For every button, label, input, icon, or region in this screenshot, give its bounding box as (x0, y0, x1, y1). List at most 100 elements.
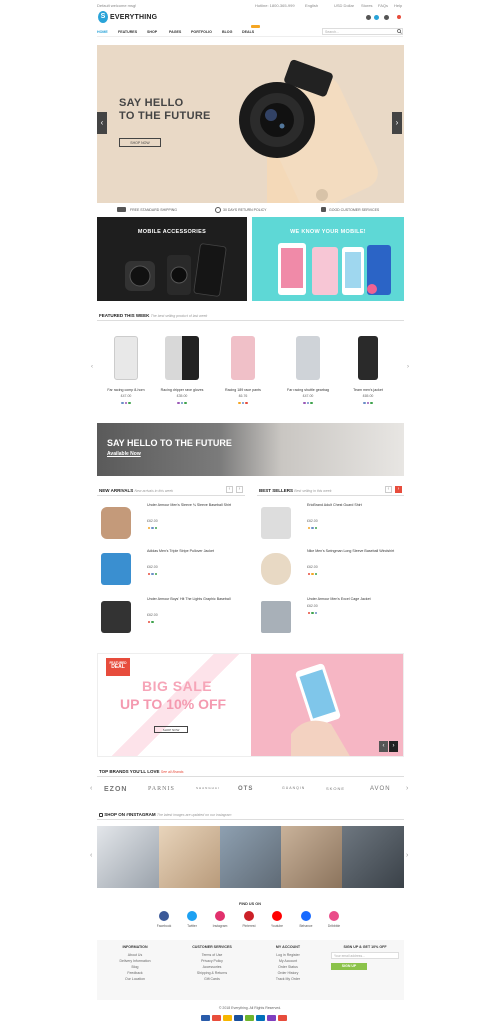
search-icon[interactable] (397, 29, 402, 34)
list-product[interactable]: Under Armour Men's Sleeve ¾ Sleeve Baseb… (97, 503, 247, 547)
product-name[interactable]: Under Armour Men's Excel Cage Jacket (307, 597, 407, 603)
currency-select[interactable]: USD Dollar (334, 3, 354, 8)
product-card[interactable]: Far racing shuttle gearbag £47.00 (283, 336, 333, 404)
social-instagram[interactable]: Instagram (204, 911, 236, 928)
product-image[interactable] (358, 336, 378, 380)
nav-item-blog[interactable]: BLOG (222, 30, 232, 34)
brand-logo-ezon[interactable]: EZON (104, 786, 127, 793)
product-card[interactable]: Racing 189 race pants £6.76 (218, 336, 268, 404)
product-name[interactable]: ErioBrand Adult Chest Guard Shirt (307, 503, 407, 509)
product-name[interactable]: Nike Men's Swingman Long Sleeve Baseball… (307, 549, 407, 555)
swatch[interactable] (307, 611, 310, 614)
swatch[interactable] (177, 401, 180, 404)
sale-next-arrow[interactable]: › (389, 741, 398, 752)
brands-prev-icon[interactable]: ‹ (90, 785, 92, 792)
instagram-next-icon[interactable]: › (406, 852, 408, 859)
swatch[interactable] (363, 401, 366, 404)
banner-mobile-accessories[interactable]: MOBILE ACCESSORIES (97, 217, 247, 301)
list-product[interactable]: Adidas Men's Triple Stripe Pullover Jack… (97, 549, 247, 593)
swatch[interactable] (238, 401, 241, 404)
swatch[interactable] (370, 401, 373, 404)
brands-next-icon[interactable]: › (406, 785, 408, 792)
swatch[interactable] (124, 401, 128, 404)
list-product[interactable]: Nike Men's Swingman Long Sleeve Baseball… (257, 549, 407, 593)
brand-logo-parnis[interactable]: PARNIS (148, 786, 175, 792)
brand-logo-shanghai[interactable]: SHANGHAI (196, 786, 220, 790)
product-image[interactable] (261, 601, 291, 633)
swatch[interactable] (151, 572, 154, 575)
featured-next-icon[interactable]: › (406, 362, 410, 372)
featured-prev-icon[interactable]: ‹ (90, 362, 94, 372)
swatch[interactable] (184, 401, 187, 404)
youtube-icon[interactable] (272, 911, 282, 921)
instagram-tile[interactable] (159, 826, 221, 888)
swatch[interactable] (311, 526, 314, 529)
swatch[interactable] (311, 572, 314, 575)
product-image[interactable] (101, 553, 131, 585)
account-icon[interactable] (366, 15, 371, 20)
instagram-prev-icon[interactable]: ‹ (90, 852, 92, 859)
swatch[interactable] (303, 401, 306, 404)
topbar-link-help[interactable]: Help (394, 3, 402, 8)
twitter-icon[interactable] (187, 911, 197, 921)
swatch[interactable] (245, 401, 248, 404)
topbar-link-stores[interactable]: Stores (361, 3, 373, 8)
best-sellers-next-button[interactable]: › (395, 486, 402, 493)
list-product[interactable]: Under Armour Boys' Hit The Lights Graphi… (97, 597, 247, 641)
best-sellers-prev-button[interactable]: ‹ (385, 486, 392, 493)
search-input[interactable]: Search... (322, 28, 403, 35)
behance-icon[interactable] (301, 911, 311, 921)
product-name[interactable]: Racing dripper rave gloves (157, 388, 207, 392)
swatch[interactable] (314, 572, 317, 575)
product-image[interactable] (261, 553, 291, 585)
swatch[interactable] (147, 620, 150, 623)
product-name[interactable]: Far racing comp 8-horn (101, 388, 151, 392)
product-image[interactable] (101, 507, 131, 539)
instagram-tile[interactable] (220, 826, 282, 888)
cart-icon[interactable] (384, 15, 389, 20)
swatch[interactable] (307, 572, 310, 575)
product-image[interactable] (165, 336, 199, 380)
swatch[interactable] (121, 401, 124, 404)
footer-link[interactable]: Track My Order (253, 976, 323, 982)
footer-link[interactable]: Our Location (100, 976, 170, 982)
wide-banner-link[interactable]: Available Now (107, 451, 141, 457)
product-name[interactable]: Far racing shuttle gearbag (283, 388, 333, 392)
swatch[interactable] (241, 401, 245, 404)
product-name[interactable]: Team men's jacket (343, 388, 393, 392)
product-card[interactable]: Team men's jacket £65.00 (343, 336, 393, 404)
product-image[interactable] (261, 507, 291, 539)
swatch[interactable] (128, 401, 131, 404)
language-select[interactable]: English (305, 3, 318, 8)
nav-item-portfolio[interactable]: PORTFOLIO (191, 30, 212, 34)
banner-we-know-your-mobile[interactable]: WE KNOW YOUR MOBILE! (252, 217, 404, 301)
product-image[interactable] (101, 601, 131, 633)
swatch[interactable] (314, 611, 317, 614)
swatch[interactable] (147, 572, 150, 575)
newsletter-signup-button[interactable]: SIGN UP (331, 963, 367, 970)
swatch[interactable] (366, 401, 370, 404)
instagram-tile[interactable] (97, 826, 159, 888)
sale-prev-arrow[interactable]: ‹ (379, 741, 388, 752)
nav-item-home[interactable]: HOME (97, 30, 108, 34)
dribbble-icon[interactable] (329, 911, 339, 921)
swatch[interactable] (314, 526, 317, 529)
nav-item-deals[interactable]: DEALS (242, 30, 254, 34)
product-image[interactable] (114, 336, 138, 380)
instagram-tile[interactable] (281, 826, 343, 888)
swatch[interactable] (306, 401, 310, 404)
big-sale-banner[interactable]: FEATURED DEAL BIG SALE UP TO 10% OFF SHO… (97, 653, 404, 757)
logo-text[interactable]: EVERYTHING (110, 14, 157, 21)
brand-logo-skone[interactable]: SKONE (326, 786, 345, 791)
swatch[interactable] (311, 611, 314, 614)
nav-item-shop[interactable]: SHOP (147, 30, 157, 34)
brand-logo-avon[interactable]: AVON (370, 786, 391, 792)
see-all-brands-link[interactable]: See all Brands (161, 770, 184, 774)
social-dribbble[interactable]: Dribbble (318, 911, 350, 928)
facebook-icon[interactable] (159, 911, 169, 921)
nav-item-pages[interactable]: PAGES (169, 30, 181, 34)
new-arrivals-next-button[interactable]: › (236, 486, 243, 493)
product-image[interactable] (231, 336, 255, 380)
hero-prev-arrow[interactable]: ‹ (97, 112, 107, 134)
product-name[interactable]: Under Armour Boys' Hit The Lights Graphi… (147, 597, 247, 603)
